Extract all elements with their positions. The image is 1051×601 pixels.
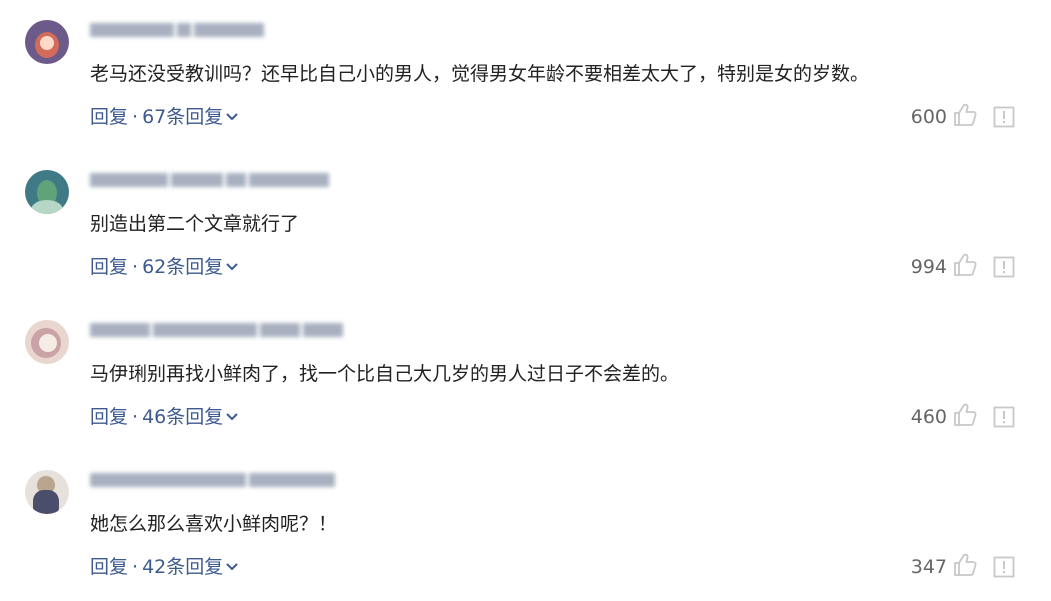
reply-button[interactable]: 回复 bbox=[90, 556, 128, 578]
separator: · bbox=[132, 256, 139, 278]
username-blurred[interactable] bbox=[90, 471, 350, 489]
replies-toggle[interactable]: 46条回复 bbox=[142, 406, 239, 428]
comment-item: 马伊琍别再找小鲜肉了，找一个比自己大几岁的男人过日子不会差的。 回复 · 46条回复… bbox=[0, 300, 1051, 450]
replies-count-label: 62条回复 bbox=[142, 256, 224, 278]
separator: · bbox=[132, 106, 139, 128]
comment-text: 老马还没受教训吗？还早比自己小的男人，觉得男女年龄不要相差太大了，特别是女的岁数… bbox=[90, 63, 870, 85]
thumbs-up-icon[interactable] bbox=[952, 552, 978, 578]
replies-toggle[interactable]: 42条回复 bbox=[142, 556, 239, 578]
comment-actions: 回复 · 42条回复 bbox=[90, 554, 239, 580]
like-count: 347 bbox=[910, 556, 947, 578]
thumbs-up-icon[interactable] bbox=[952, 402, 978, 428]
comment-actions: 回复 · 67条回复 bbox=[90, 104, 239, 130]
username-blurred[interactable] bbox=[90, 21, 290, 39]
comment-actions: 回复 · 46条回复 bbox=[90, 404, 239, 430]
reply-button[interactable]: 回复 bbox=[90, 256, 128, 278]
report-icon[interactable] bbox=[993, 256, 1015, 278]
comment-text: 她怎么那么喜欢小鲜肉呢？！ bbox=[90, 513, 338, 535]
comment-actions: 回复 · 62条回复 bbox=[90, 254, 239, 280]
comment-text: 别造出第二个文章就行了 bbox=[90, 213, 300, 235]
chevron-down-icon bbox=[226, 563, 238, 571]
avatar[interactable] bbox=[25, 20, 69, 64]
comment-item: 她怎么那么喜欢小鲜肉呢？！ 回复 · 42条回复 347 bbox=[0, 450, 1051, 600]
reply-button[interactable]: 回复 bbox=[90, 406, 128, 428]
like-count: 600 bbox=[910, 106, 947, 128]
replies-count-label: 67条回复 bbox=[142, 106, 224, 128]
comment-text: 马伊琍别再找小鲜肉了，找一个比自己大几岁的男人过日子不会差的。 bbox=[90, 363, 680, 385]
replies-count-label: 46条回复 bbox=[142, 406, 224, 428]
replies-count-label: 42条回复 bbox=[142, 556, 224, 578]
chevron-down-icon bbox=[226, 263, 238, 271]
username-blurred[interactable] bbox=[90, 171, 340, 189]
avatar[interactable] bbox=[25, 170, 69, 214]
thumbs-up-icon[interactable] bbox=[952, 102, 978, 128]
report-icon[interactable] bbox=[993, 106, 1015, 128]
username-blurred[interactable] bbox=[90, 321, 360, 339]
replies-toggle[interactable]: 67条回复 bbox=[142, 106, 239, 128]
avatar[interactable] bbox=[25, 470, 69, 514]
comment-item: 老马还没受教训吗？还早比自己小的男人，觉得男女年龄不要相差太大了，特别是女的岁数… bbox=[0, 0, 1051, 150]
replies-toggle[interactable]: 62条回复 bbox=[142, 256, 239, 278]
chevron-down-icon bbox=[226, 413, 238, 421]
comment-item: 别造出第二个文章就行了 回复 · 62条回复 994 bbox=[0, 150, 1051, 300]
thumbs-up-icon[interactable] bbox=[952, 252, 978, 278]
report-icon[interactable] bbox=[993, 406, 1015, 428]
separator: · bbox=[132, 556, 139, 578]
report-icon[interactable] bbox=[993, 556, 1015, 578]
like-count: 994 bbox=[910, 256, 947, 278]
like-count: 460 bbox=[910, 406, 947, 428]
reply-button[interactable]: 回复 bbox=[90, 106, 128, 128]
separator: · bbox=[132, 406, 139, 428]
avatar[interactable] bbox=[25, 320, 69, 364]
chevron-down-icon bbox=[226, 113, 238, 121]
